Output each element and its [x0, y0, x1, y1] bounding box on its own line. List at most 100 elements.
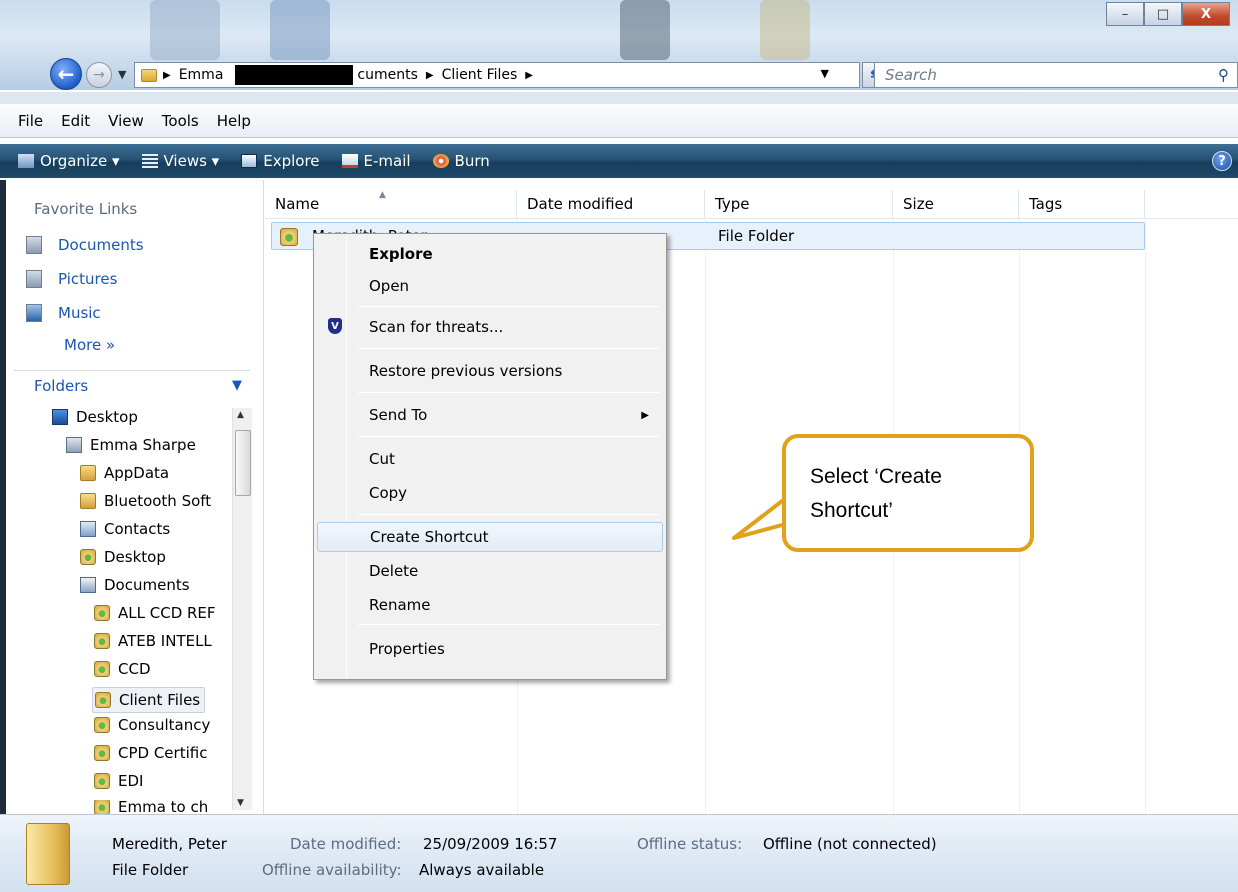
- scrollbar-thumb[interactable]: [235, 430, 251, 496]
- menu-item-properties[interactable]: Properties: [317, 634, 663, 664]
- menu-edit[interactable]: Edit: [61, 112, 90, 130]
- details-pane: Meredith, Peter File Folder Date modifie…: [0, 814, 1238, 892]
- menu-item-explore[interactable]: Explore: [317, 239, 663, 269]
- tree-item-emma-sharpe[interactable]: Emma Sharpe: [66, 436, 228, 454]
- tree-label: CPD Certific: [118, 744, 208, 762]
- address-dropdown-icon[interactable]: ▼: [821, 67, 829, 80]
- background-blur: [270, 0, 330, 60]
- tree-item-desktop-folder[interactable]: Desktop: [80, 548, 230, 566]
- chevron-right-icon: ▶: [163, 69, 171, 81]
- more-link[interactable]: More »: [64, 336, 115, 354]
- close-button[interactable]: X: [1182, 2, 1230, 26]
- tree-item-documents[interactable]: Documents: [80, 576, 230, 594]
- menu-item-restore[interactable]: Restore previous versions: [317, 356, 663, 386]
- submenu-arrow-icon: ▶: [641, 409, 649, 421]
- background-blur: [620, 0, 670, 60]
- scroll-down-icon[interactable]: ▼: [237, 798, 244, 808]
- favorite-links-title: Favorite Links: [34, 200, 138, 218]
- tree-item-appdata[interactable]: AppData: [80, 464, 230, 482]
- callout-line-2: Shortcut’: [810, 499, 893, 522]
- favorite-pictures[interactable]: Pictures: [26, 270, 117, 288]
- tree-item-contacts[interactable]: Contacts: [80, 520, 230, 538]
- folders-label: Folders: [34, 376, 89, 395]
- menu-file[interactable]: File: [18, 112, 43, 130]
- menu-tools[interactable]: Tools: [162, 112, 199, 130]
- organize-button[interactable]: Organize ▾: [18, 152, 120, 170]
- tree-item-all-ccd[interactable]: ALL CCD REF: [94, 604, 230, 622]
- tree-label: Documents: [104, 576, 190, 594]
- back-button[interactable]: ←: [50, 58, 82, 90]
- folders-header[interactable]: Folders ▼: [14, 370, 250, 400]
- menu-item-cut[interactable]: Cut: [317, 444, 663, 474]
- music-icon: [26, 304, 42, 322]
- tree-item-edi[interactable]: EDI: [94, 772, 230, 790]
- search-icon[interactable]: ⚲: [1218, 66, 1229, 84]
- email-button[interactable]: E-mail: [341, 152, 411, 170]
- explore-button[interactable]: Explore: [241, 152, 320, 170]
- tree-label: Client Files: [119, 691, 201, 709]
- column-type[interactable]: Type: [705, 190, 893, 218]
- breadcrumb-documents[interactable]: cuments: [357, 67, 417, 83]
- forward-button[interactable]: →: [86, 62, 112, 88]
- tree-item-cpd[interactable]: CPD Certific: [94, 744, 230, 762]
- window-edge: [0, 180, 6, 814]
- chevron-right-icon: ▶: [525, 69, 533, 81]
- documents-icon: [80, 577, 96, 593]
- menu-help[interactable]: Help: [217, 112, 251, 130]
- menu-item-rename[interactable]: Rename: [317, 590, 663, 620]
- column-label: Tags: [1029, 195, 1063, 213]
- minimize-button[interactable]: –: [1106, 2, 1144, 26]
- desktop-icon: [52, 409, 68, 425]
- menu-separator: [358, 514, 660, 515]
- folder-icon: [141, 68, 157, 82]
- column-size[interactable]: Size: [893, 190, 1019, 218]
- maximize-button[interactable]: □: [1144, 2, 1182, 26]
- explore-icon: [241, 154, 258, 168]
- row-type: File Folder: [718, 227, 795, 245]
- views-button[interactable]: Views ▾: [141, 152, 219, 170]
- menu-item-send-to[interactable]: Send To ▶: [317, 400, 663, 430]
- tree-label: Emma to ch: [118, 800, 209, 814]
- menu-item-open[interactable]: Open: [317, 271, 663, 301]
- favorite-music[interactable]: Music: [26, 304, 101, 322]
- column-name[interactable]: Name ▲: [265, 190, 517, 218]
- recent-pages-dropdown[interactable]: ▼: [118, 68, 126, 81]
- scroll-up-icon[interactable]: ▲: [237, 410, 244, 420]
- tree-item-emma-to[interactable]: Emma to ch: [94, 800, 230, 814]
- help-icon[interactable]: ?: [1212, 151, 1232, 171]
- menu-view[interactable]: View: [108, 112, 144, 130]
- favorite-documents[interactable]: Documents: [26, 236, 144, 254]
- shared-folder-icon: [94, 800, 110, 814]
- menu-separator: [358, 624, 660, 625]
- favorite-label: Documents: [58, 236, 144, 254]
- breadcrumb-emma[interactable]: Emma: [179, 67, 224, 83]
- context-menu: Explore Open V Scan for threats... Resto…: [313, 233, 667, 680]
- tree-label: ATEB INTELL: [118, 632, 212, 650]
- tree-item-client-files[interactable]: Client Files: [92, 687, 206, 713]
- tree-item-bluetooth[interactable]: Bluetooth Soft: [80, 492, 230, 510]
- tree-item-ateb[interactable]: ATEB INTELL: [94, 632, 230, 650]
- menu-item-scan[interactable]: Scan for threats...: [317, 312, 663, 342]
- search-input[interactable]: Search ⚲: [874, 62, 1238, 88]
- tree-label: Consultancy: [118, 716, 211, 734]
- burn-label: Burn: [454, 152, 490, 170]
- shared-folder-icon: [94, 605, 110, 621]
- tree-item-desktop[interactable]: Desktop: [52, 408, 228, 426]
- pictures-icon: [26, 270, 42, 288]
- tree-scrollbar[interactable]: ▲ ▼: [232, 408, 252, 810]
- tree-item-ccd[interactable]: CCD: [94, 660, 230, 678]
- menu-separator: [358, 392, 660, 393]
- menu-item-copy[interactable]: Copy: [317, 478, 663, 508]
- background-blur: [760, 0, 810, 60]
- menu-item-create-shortcut[interactable]: Create Shortcut: [317, 522, 663, 552]
- burn-button[interactable]: Burn: [432, 152, 490, 170]
- breadcrumb-client-files[interactable]: Client Files: [442, 67, 518, 83]
- email-icon: [341, 154, 358, 168]
- tree-item-consultancy[interactable]: Consultancy: [94, 716, 230, 734]
- column-date-modified[interactable]: Date modified: [517, 190, 705, 218]
- column-tags[interactable]: Tags: [1019, 190, 1145, 218]
- details-kind: File Folder: [112, 861, 189, 879]
- address-bar[interactable]: ▶ Emma cuments ▶ Client Files ▶ ▼: [134, 62, 860, 88]
- menu-item-delete[interactable]: Delete: [317, 556, 663, 586]
- shared-folder-icon: [94, 773, 110, 789]
